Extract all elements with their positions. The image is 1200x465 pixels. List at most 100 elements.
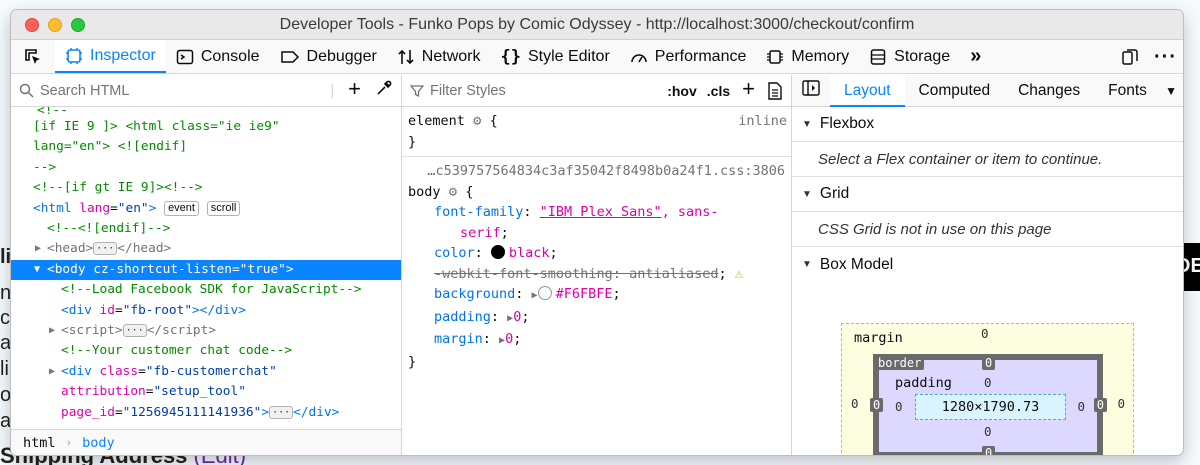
tab-label: Inspector <box>90 46 156 64</box>
padding-label: padding <box>895 375 952 391</box>
ellipsis-icon[interactable]: ··· <box>122 324 147 338</box>
collapse-triangle-icon: ▼ <box>802 188 812 200</box>
content-size[interactable]: 1280×1790.73 <box>915 394 1066 420</box>
declaration-color[interactable]: color: black; <box>408 243 785 264</box>
tab-layout[interactable]: Layout <box>830 75 905 107</box>
more-tools-button[interactable]: » <box>960 40 991 73</box>
collapse-triangle-icon[interactable]: ▼ <box>34 260 40 280</box>
hov-toggle[interactable]: :hov <box>667 83 697 99</box>
body-rule[interactable]: …c539757564834c3af35042f8498b0a24f1.css:… <box>402 157 791 376</box>
minimize-window-button[interactable] <box>48 18 62 32</box>
print-simulation-icon[interactable] <box>767 81 783 100</box>
bg-text-fragment: n <box>0 282 12 304</box>
markup-node[interactable]: <!--Load Facebook SDK for JavaScript--> <box>11 280 401 300</box>
cls-toggle[interactable]: .cls <box>707 83 730 99</box>
scroll-badge[interactable]: scroll <box>206 200 241 216</box>
margin-right-value[interactable]: 0 <box>1117 396 1125 411</box>
expand-triangle-icon[interactable]: ▶ <box>49 321 55 341</box>
border-left-value[interactable]: 0 <box>870 398 884 412</box>
grid-section-header[interactable]: ▼ Grid <box>792 177 1183 212</box>
markup-tree[interactable]: <!-- [if IE 9 ]> <html class="ie ie9" la… <box>11 107 401 423</box>
toggle-sidebar-icon[interactable] <box>792 80 830 101</box>
declaration-margin[interactable]: margin: ▶0; <box>408 329 785 352</box>
markup-node-head[interactable]: ▶ <head> ··· </head> <box>11 239 401 259</box>
markup-node[interactable]: <!--Your customer chat code--> <box>11 341 401 361</box>
declaration-font-smoothing[interactable]: -webkit-font-smoothing: antialiased; ⚠ <box>408 264 785 285</box>
tab-memory[interactable]: Memory <box>756 40 859 73</box>
tab-console[interactable]: Console <box>166 40 270 73</box>
ellipsis-icon[interactable]: ··· <box>93 242 118 256</box>
event-badge[interactable]: event <box>164 200 199 216</box>
tabs-dropdown-icon[interactable]: ▼ <box>1165 75 1177 107</box>
markup-node-html[interactable]: <html lang="en"> event scroll <box>11 199 401 219</box>
markup-node[interactable]: ▶ <script> ··· </script> <box>11 321 401 341</box>
close-window-button[interactable] <box>25 18 39 32</box>
markup-node[interactable]: <!--<![endif]--> <box>11 219 401 239</box>
styles-filter-bar: Filter Styles :hov .cls + <box>402 75 791 107</box>
box-model-diagram: margin 0 0 0 0 border 0 0 0 0 padding 0 … <box>841 323 1134 455</box>
gear-icon[interactable]: ⚙ <box>473 113 481 129</box>
debugger-icon <box>280 50 299 63</box>
color-swatch-icon[interactable] <box>490 245 505 259</box>
color-swatch-icon[interactable] <box>537 286 552 300</box>
border-top-value[interactable]: 0 <box>982 356 996 370</box>
markup-node[interactable]: lang="en"> <![endif] <box>11 137 401 157</box>
flexbox-section-header[interactable]: ▼ Flexbox <box>792 107 1183 142</box>
tab-style-editor[interactable]: {} Style Editor <box>490 40 619 73</box>
declaration-padding[interactable]: padding: ▶0; <box>408 307 785 330</box>
eyedropper-icon <box>377 80 392 95</box>
tab-fonts[interactable]: Fonts <box>1094 75 1161 107</box>
border-bottom-value[interactable]: 0 <box>982 446 996 455</box>
markup-node[interactable]: <div id="fb-root"></div> <box>11 301 401 321</box>
gear-icon[interactable]: ⚙ <box>449 184 457 200</box>
filter-styles-input[interactable]: Filter Styles <box>424 83 667 99</box>
declaration-font-family[interactable]: font-family: "IBM Plex Sans", sans- <box>408 202 785 223</box>
inspector-icon <box>66 47 82 64</box>
search-html-input[interactable]: Search HTML <box>34 83 326 99</box>
margin-label: margin <box>854 330 903 346</box>
element-picker-button[interactable] <box>11 40 55 73</box>
markup-node[interactable]: [if IE 9 ]> <html class="ie ie9" <box>11 117 401 137</box>
tab-debugger[interactable]: Debugger <box>270 40 387 73</box>
padding-bottom-value[interactable]: 0 <box>984 424 992 439</box>
border-right-value[interactable]: 0 <box>1093 398 1107 412</box>
pick-element-icon <box>25 48 40 64</box>
expand-triangle-icon[interactable]: ▶ <box>35 239 41 259</box>
padding-top-value[interactable]: 0 <box>984 375 992 390</box>
declaration-background[interactable]: background: ▶ #F6FBFE; <box>408 284 785 307</box>
tab-storage[interactable]: Storage <box>859 40 960 73</box>
markup-node-body-selected[interactable]: ▼ <body cz-shortcut-listen="true"> <box>11 259 401 281</box>
add-rule-button[interactable]: + <box>742 78 767 100</box>
markup-node[interactable]: --> <box>11 158 401 178</box>
tab-changes[interactable]: Changes <box>1004 75 1094 107</box>
margin-top-value[interactable]: 0 <box>981 326 989 341</box>
breadcrumb-html[interactable]: html <box>23 435 56 451</box>
element-rule[interactable]: element ⚙ {inline } <box>402 107 791 157</box>
padding-right-value[interactable]: 0 <box>1077 399 1085 414</box>
collapse-triangle-icon: ▼ <box>802 118 812 130</box>
tab-network[interactable]: Network <box>387 40 491 73</box>
padding-left-value[interactable]: 0 <box>895 399 903 414</box>
memory-icon <box>767 49 784 64</box>
eyedropper-button[interactable] <box>375 79 393 102</box>
markup-node[interactable]: ▶ <div class="fb-customerchat" <box>11 362 401 382</box>
markup-node[interactable]: <!-- <box>11 107 401 117</box>
box-model-section-header[interactable]: ▼ Box Model <box>792 247 1183 282</box>
margin-left-value[interactable]: 0 <box>851 396 859 411</box>
rule-source-link[interactable]: …c539757564834c3af35042f8498b0a24f1.css:… <box>408 161 785 182</box>
padding-box: padding 0 0 0 0 1280×1790.73 <box>883 375 1093 440</box>
dock-side-icon[interactable] <box>1120 47 1140 67</box>
expand-triangle-icon[interactable]: ▶ <box>49 362 55 382</box>
markup-node[interactable]: page_id="1256945111141936"> ··· </div> <box>11 403 401 423</box>
zoom-window-button[interactable] <box>71 18 85 32</box>
breadcrumb-body[interactable]: body <box>82 435 115 451</box>
add-node-button[interactable]: + <box>348 77 361 101</box>
tab-inspector[interactable]: Inspector <box>55 40 166 73</box>
body-selector: body <box>408 183 441 200</box>
markup-node[interactable]: <!--[if gt IE 9]><!--> <box>11 178 401 198</box>
tab-performance[interactable]: Performance <box>620 40 757 73</box>
tab-computed[interactable]: Computed <box>905 75 1005 107</box>
markup-node[interactable]: attribution="setup_tool" <box>11 382 401 402</box>
meatball-menu-icon[interactable]: ··· <box>1154 46 1177 69</box>
ellipsis-icon[interactable]: ··· <box>269 405 294 419</box>
